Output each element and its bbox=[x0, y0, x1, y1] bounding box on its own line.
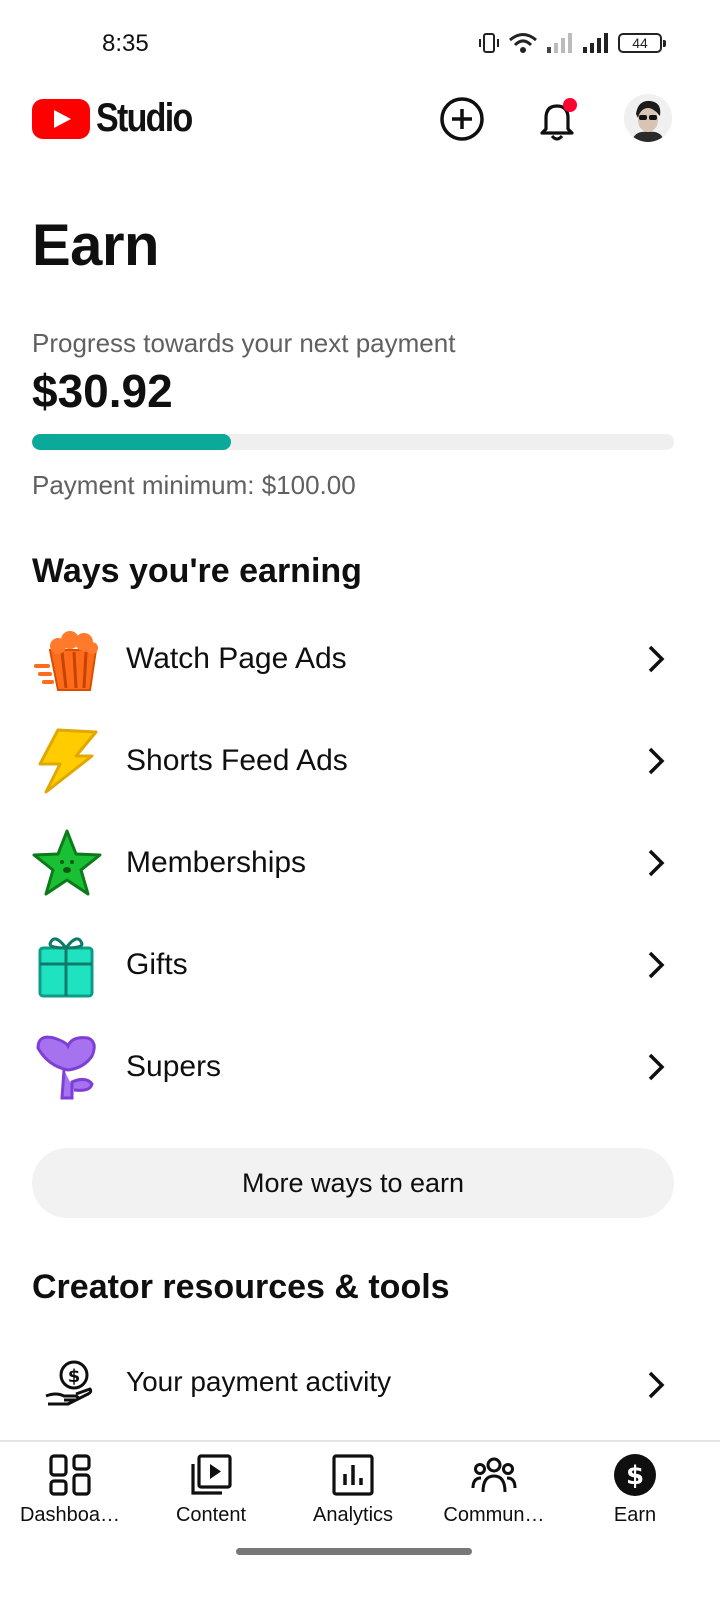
bottom-navigation: Dashboa… Content Analytics Commun… $ Ear… bbox=[0, 1440, 720, 1600]
popcorn-icon bbox=[34, 631, 98, 691]
ways-earning-title: Ways you're earning bbox=[32, 552, 362, 590]
payment-hand-icon: $ bbox=[45, 1360, 93, 1406]
app-header: Studio bbox=[0, 90, 720, 152]
dashboard-icon bbox=[49, 1454, 91, 1496]
lightning-icon bbox=[38, 728, 98, 794]
creator-resources-title: Creator resources & tools bbox=[32, 1268, 450, 1306]
create-button[interactable] bbox=[437, 94, 487, 144]
earn-item-label: Supers bbox=[126, 1050, 222, 1083]
nav-label: Dashboa… bbox=[19, 1504, 121, 1526]
community-icon bbox=[471, 1457, 517, 1493]
nav-label: Analytics bbox=[312, 1504, 394, 1526]
list-item-shorts-feed-ads[interactable]: Shorts Feed Ads bbox=[0, 710, 720, 812]
list-item-watch-page-ads[interactable]: Watch Page Ads bbox=[0, 608, 720, 710]
chevron-right-icon bbox=[648, 747, 665, 775]
nav-content[interactable]: Content bbox=[141, 1452, 281, 1542]
status-time: 8:35 bbox=[102, 30, 149, 57]
avatar[interactable] bbox=[624, 94, 672, 142]
payment-progress-fill bbox=[32, 434, 231, 450]
payment-activity-label: Your payment activity bbox=[126, 1366, 392, 1397]
notifications-button[interactable] bbox=[532, 94, 582, 144]
create-icon bbox=[440, 97, 484, 141]
content-icon bbox=[191, 1454, 232, 1495]
signal-icon bbox=[583, 33, 608, 53]
wifi-icon bbox=[509, 33, 537, 53]
list-item-supers[interactable]: Supers bbox=[0, 1016, 720, 1118]
payment-minimum: Payment minimum: $100.00 bbox=[32, 470, 356, 500]
progress-label: Progress towards your next payment bbox=[32, 328, 456, 358]
signal-weak-icon bbox=[547, 33, 572, 53]
earn-icon: $ bbox=[614, 1454, 656, 1496]
page-title: Earn bbox=[32, 213, 159, 278]
battery-icon: 44 bbox=[618, 33, 666, 53]
chevron-right-icon bbox=[648, 1371, 665, 1399]
svg-text:$: $ bbox=[68, 1366, 81, 1387]
nav-community[interactable]: Commun… bbox=[424, 1452, 564, 1542]
payment-amount: $30.92 bbox=[32, 365, 173, 417]
vibrate-icon bbox=[479, 33, 499, 53]
chevron-right-icon bbox=[648, 849, 665, 877]
status-bar: 8:35 44 bbox=[0, 0, 720, 90]
earning-list: Watch Page Ads Shorts Feed Ads Membershi… bbox=[0, 608, 720, 1118]
nav-label: Earn bbox=[613, 1504, 657, 1526]
notification-dot bbox=[563, 98, 577, 112]
chevron-right-icon bbox=[648, 951, 665, 979]
payment-progress-bar bbox=[32, 434, 674, 450]
star-icon bbox=[32, 829, 102, 896]
avatar-image bbox=[624, 94, 672, 142]
home-indicator[interactable] bbox=[236, 1548, 472, 1555]
chevron-right-icon bbox=[648, 1053, 665, 1081]
nav-earn[interactable]: $ Earn bbox=[565, 1452, 705, 1542]
nav-label: Commun… bbox=[443, 1504, 545, 1526]
nav-label: Content bbox=[175, 1504, 247, 1526]
earn-item-label: Shorts Feed Ads bbox=[126, 744, 348, 777]
nav-analytics[interactable]: Analytics bbox=[283, 1452, 423, 1542]
chevron-right-icon bbox=[648, 645, 665, 673]
youtube-studio-logo[interactable]: Studio bbox=[32, 96, 208, 141]
logo-text: Studio bbox=[96, 96, 193, 140]
list-item-memberships[interactable]: Memberships bbox=[0, 812, 720, 914]
svg-text:$: $ bbox=[626, 1461, 644, 1491]
nav-dashboard[interactable]: Dashboa… bbox=[0, 1452, 140, 1542]
list-item-gifts[interactable]: Gifts bbox=[0, 914, 720, 1016]
list-item-payment-activity[interactable]: $ Your payment activity bbox=[0, 1344, 720, 1424]
more-ways-to-earn-button[interactable]: More ways to earn bbox=[32, 1148, 674, 1218]
status-icons: 44 bbox=[478, 32, 666, 54]
heart-flower-icon bbox=[36, 1035, 96, 1100]
gift-icon bbox=[38, 937, 94, 998]
earn-item-label: Gifts bbox=[126, 948, 188, 981]
youtube-play-icon bbox=[32, 98, 90, 139]
earn-item-label: Watch Page Ads bbox=[126, 642, 347, 675]
notifications-icon bbox=[540, 98, 577, 141]
analytics-icon bbox=[332, 1454, 374, 1496]
earn-item-label: Memberships bbox=[126, 846, 307, 879]
